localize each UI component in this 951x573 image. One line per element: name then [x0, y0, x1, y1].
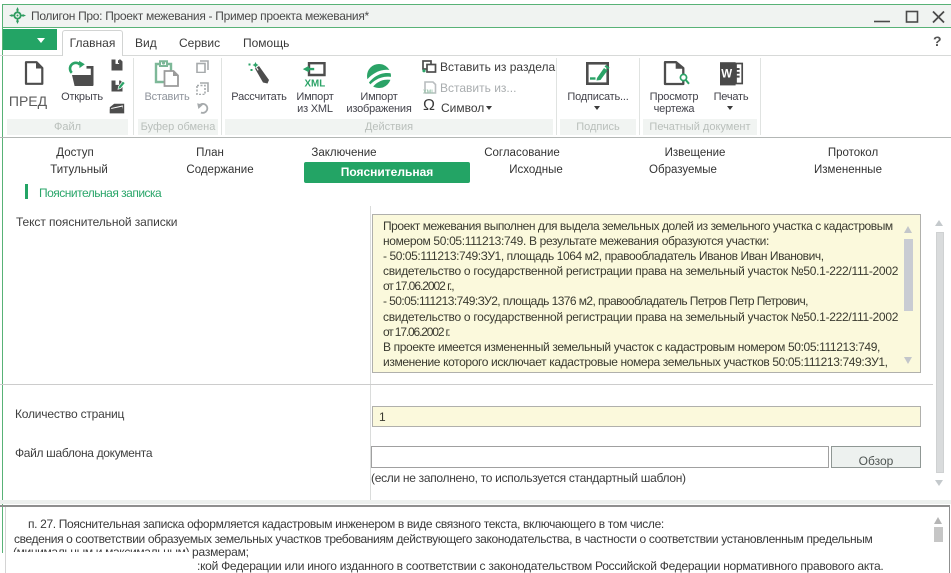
svg-text:XML: XML — [423, 90, 435, 95]
svg-text:W: W — [721, 69, 732, 81]
svg-text:XML: XML — [305, 79, 326, 89]
